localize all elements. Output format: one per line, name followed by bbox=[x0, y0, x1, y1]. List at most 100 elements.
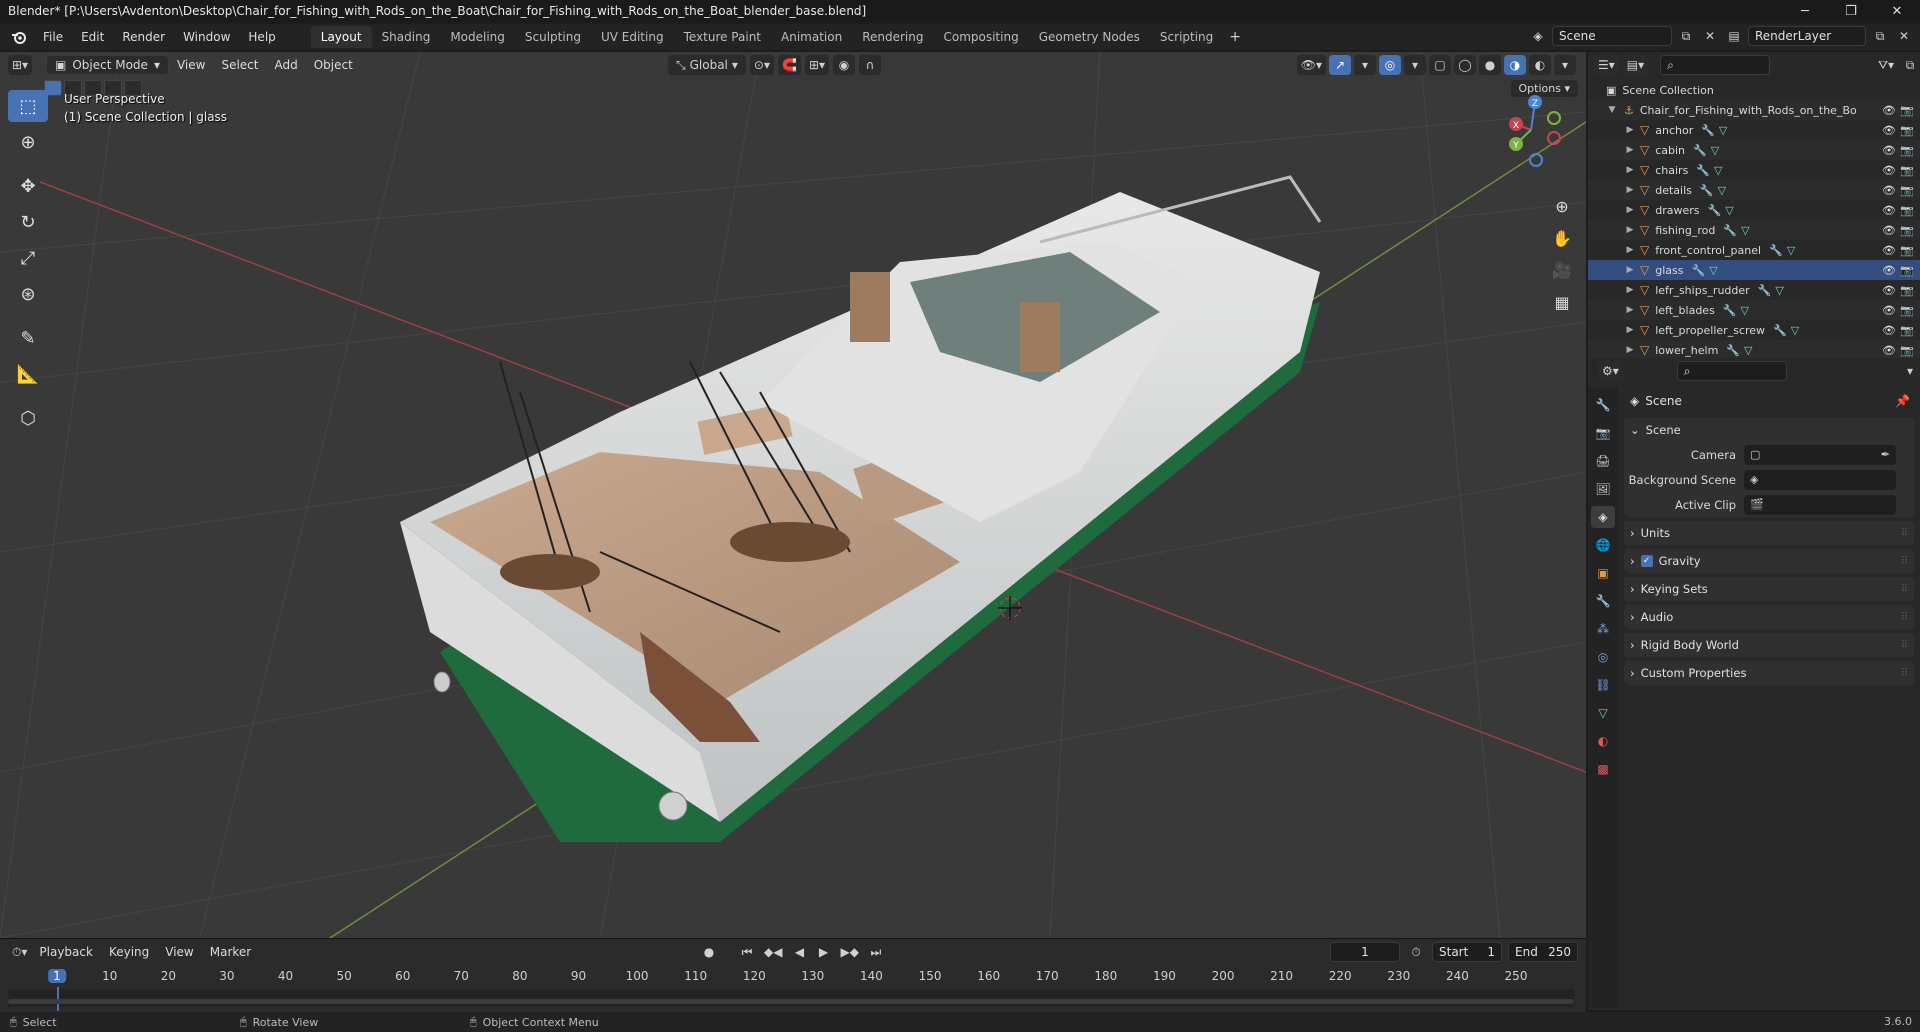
mesh-data-icon[interactable]: ▽ bbox=[1787, 244, 1795, 257]
menu-keying[interactable]: Keying bbox=[101, 945, 157, 959]
outliner-editor[interactable]: ☰▾ ▤▾ ⌕ ⛛▾ ⧉ ▣ Scene Collection ▼ ⚓ Chai… bbox=[1588, 52, 1920, 360]
tab-texture-paint[interactable]: Texture Paint bbox=[674, 26, 771, 48]
pan-hand-icon[interactable]: ✋ bbox=[1548, 224, 1576, 252]
modifier-wrench-icon[interactable]: 🔧 bbox=[1773, 324, 1787, 337]
eye-icon[interactable]: 👁 bbox=[1882, 324, 1896, 337]
panel-header[interactable]: › Audio ⠿ bbox=[1624, 605, 1914, 629]
3d-viewport[interactable]: ⊞▾ ▣ Object Mode ▾ View Select Add Objec… bbox=[0, 52, 1586, 938]
menu-object[interactable]: Object bbox=[306, 58, 361, 72]
add-cube-tool-icon[interactable]: ⬡ bbox=[8, 402, 48, 434]
drag-grip-icon[interactable]: ⠿ bbox=[1901, 584, 1908, 595]
menu-marker[interactable]: Marker bbox=[202, 945, 259, 959]
delete-view-layer-icon[interactable]: ✕ bbox=[1894, 26, 1914, 46]
mesh-data-icon[interactable]: ▽ bbox=[1711, 144, 1719, 157]
drag-grip-icon[interactable]: ⠿ bbox=[1901, 528, 1908, 539]
render-camera-icon[interactable]: 📷 bbox=[1900, 164, 1914, 177]
mode-selector[interactable]: ▣ Object Mode ▾ bbox=[46, 55, 169, 75]
eye-icon[interactable]: 👁 bbox=[1882, 184, 1896, 197]
material-tab-icon[interactable]: ◐ bbox=[1591, 730, 1615, 752]
mesh-data-icon[interactable]: ▽ bbox=[1741, 224, 1749, 237]
start-frame-field[interactable]: Start 1 bbox=[1432, 942, 1502, 962]
preview-range-icon[interactable]: ⏱ bbox=[1406, 942, 1426, 962]
menu-window[interactable]: Window bbox=[174, 26, 239, 48]
move-tool-icon[interactable]: ✥ bbox=[8, 170, 48, 202]
modifier-wrench-icon[interactable]: 🔧 bbox=[1696, 164, 1710, 177]
modifier-wrench-icon[interactable]: 🔧 bbox=[1723, 224, 1737, 237]
cursor-tool-icon[interactable]: ⊕ bbox=[8, 126, 48, 158]
drag-grip-icon[interactable]: ⠿ bbox=[1901, 668, 1908, 679]
eye-icon[interactable]: 👁 bbox=[1882, 124, 1896, 137]
properties-editor-type-icon[interactable]: ⚙▾ bbox=[1598, 361, 1623, 381]
shading-dropdown-icon[interactable]: ▾ bbox=[1554, 55, 1576, 75]
menu-file[interactable]: File bbox=[34, 26, 72, 48]
outliner-editor-type-icon[interactable]: ☰▾ bbox=[1594, 55, 1619, 75]
timeline-editor[interactable]: ⏱▾ Playback Keying View Marker ● ⏮ ◆◀ ◀ … bbox=[0, 938, 1586, 1012]
scale-tool-icon[interactable]: ⤢ bbox=[8, 242, 48, 274]
collection-row[interactable]: ▼ ⚓ Chair_for_Fishing_with_Rods_on_the_B… bbox=[1588, 100, 1920, 120]
modifier-wrench-icon[interactable]: 🔧 bbox=[1693, 144, 1707, 157]
expand-right-icon[interactable]: ▶ bbox=[1624, 185, 1636, 195]
expand-right-icon[interactable]: ▶ bbox=[1624, 125, 1636, 135]
particles-tab-icon[interactable]: ⁂ bbox=[1591, 618, 1615, 640]
panel-units[interactable]: › Units ⠿ bbox=[1624, 521, 1914, 545]
modifier-tab-icon[interactable]: 🔧 bbox=[1591, 590, 1615, 612]
current-frame-field[interactable]: 1 bbox=[1330, 942, 1400, 962]
render-camera-icon[interactable]: 📷 bbox=[1900, 184, 1914, 197]
eye-icon[interactable]: 👁 bbox=[1882, 144, 1896, 157]
outliner-search-input[interactable]: ⌕ bbox=[1660, 55, 1771, 75]
modifier-wrench-icon[interactable]: 🔧 bbox=[1758, 284, 1772, 297]
render-tab-icon[interactable]: 📷 bbox=[1591, 422, 1615, 444]
render-camera-icon[interactable]: 📷 bbox=[1900, 244, 1914, 257]
transform-orientation[interactable]: ⤡ Global ▾ bbox=[668, 55, 746, 75]
tab-compositing[interactable]: Compositing bbox=[933, 26, 1028, 48]
overlay-toggle-icon[interactable]: ◎ bbox=[1379, 55, 1401, 75]
material-shading-icon[interactable]: ◑ bbox=[1504, 55, 1526, 75]
world-tab-icon[interactable]: 🌐 bbox=[1591, 534, 1615, 556]
panel-header[interactable]: › Custom Properties ⠿ bbox=[1624, 661, 1914, 685]
expand-right-icon[interactable]: ▶ bbox=[1624, 325, 1636, 335]
render-camera-icon[interactable]: 📷 bbox=[1900, 104, 1914, 117]
expand-right-icon[interactable]: ▶ bbox=[1624, 205, 1636, 215]
eye-icon[interactable]: 👁 bbox=[1882, 244, 1896, 257]
output-tab-icon[interactable]: 🖨 bbox=[1591, 450, 1615, 472]
mesh-data-icon[interactable]: ▽ bbox=[1744, 344, 1752, 357]
minimize-button[interactable]: ─ bbox=[1782, 0, 1828, 22]
data-tab-icon[interactable]: ▽ bbox=[1591, 702, 1615, 724]
wireframe-shading-icon[interactable]: ◯ bbox=[1454, 55, 1476, 75]
play-reverse-icon[interactable]: ◀ bbox=[788, 942, 811, 962]
render-camera-icon[interactable]: 📷 bbox=[1900, 224, 1914, 237]
menu-help[interactable]: Help bbox=[239, 26, 284, 48]
render-camera-icon[interactable]: 📷 bbox=[1900, 204, 1914, 217]
outliner-object-left-blades[interactable]: ▶ ▽ left_blades 🔧 ▽ 👁 📷 bbox=[1588, 300, 1920, 320]
tool-tab-icon[interactable]: 🔧 bbox=[1591, 394, 1615, 416]
modifier-wrench-icon[interactable]: 🔧 bbox=[1726, 344, 1740, 357]
chevron-down-icon[interactable]: ▾ bbox=[1900, 361, 1920, 381]
mesh-data-icon[interactable]: ▽ bbox=[1714, 164, 1722, 177]
panel-rigid-body-world[interactable]: › Rigid Body World ⠿ bbox=[1624, 633, 1914, 657]
mesh-data-icon[interactable]: ▽ bbox=[1725, 204, 1733, 217]
outliner-object-lefr-ships-rudder[interactable]: ▶ ▽ lefr_ships_rudder 🔧 ▽ 👁 📷 bbox=[1588, 280, 1920, 300]
menu-add[interactable]: Add bbox=[266, 58, 305, 72]
expand-right-icon[interactable]: ▶ bbox=[1624, 345, 1636, 355]
measure-tool-icon[interactable]: 📐 bbox=[8, 358, 48, 390]
render-camera-icon[interactable]: 📷 bbox=[1900, 344, 1914, 357]
eye-icon[interactable]: 👁 bbox=[1882, 204, 1896, 217]
mesh-data-icon[interactable]: ▽ bbox=[1775, 284, 1783, 297]
panel-gravity[interactable]: › ✓ Gravity ⠿ bbox=[1624, 549, 1914, 573]
gizmo-toggle-icon[interactable]: ↗ bbox=[1329, 55, 1351, 75]
render-camera-icon[interactable]: 📷 bbox=[1900, 284, 1914, 297]
panel-audio[interactable]: › Audio ⠿ bbox=[1624, 605, 1914, 629]
modifier-wrench-icon[interactable]: 🔧 bbox=[1723, 304, 1737, 317]
display-mode-icon[interactable]: ▤▾ bbox=[1622, 55, 1649, 75]
outliner-object-details[interactable]: ▶ ▽ details 🔧 ▽ 👁 📷 bbox=[1588, 180, 1920, 200]
snap-icon[interactable]: 🧲 bbox=[778, 55, 801, 75]
render-camera-icon[interactable]: 📷 bbox=[1900, 144, 1914, 157]
properties-editor[interactable]: ⚙▾ ⌕ ▾ 🔧 📷 🖨 🖼 ◈ 🌐 ▣ 🔧 ⁂ ◎ ⛓ ▽ ◐ ▩ ◈ Sce… bbox=[1588, 358, 1920, 1010]
camera-field[interactable]: ▢ ✒ bbox=[1744, 444, 1896, 465]
scene-panel-header[interactable]: ⌄ Scene bbox=[1624, 418, 1914, 442]
menu-view[interactable]: View bbox=[169, 58, 213, 72]
eye-icon[interactable]: 👁 bbox=[1882, 164, 1896, 177]
mesh-data-icon[interactable]: ▽ bbox=[1791, 324, 1799, 337]
panel-header[interactable]: › Units ⠿ bbox=[1624, 521, 1914, 545]
timeline-editor-type-icon[interactable]: ⏱▾ bbox=[8, 942, 32, 962]
